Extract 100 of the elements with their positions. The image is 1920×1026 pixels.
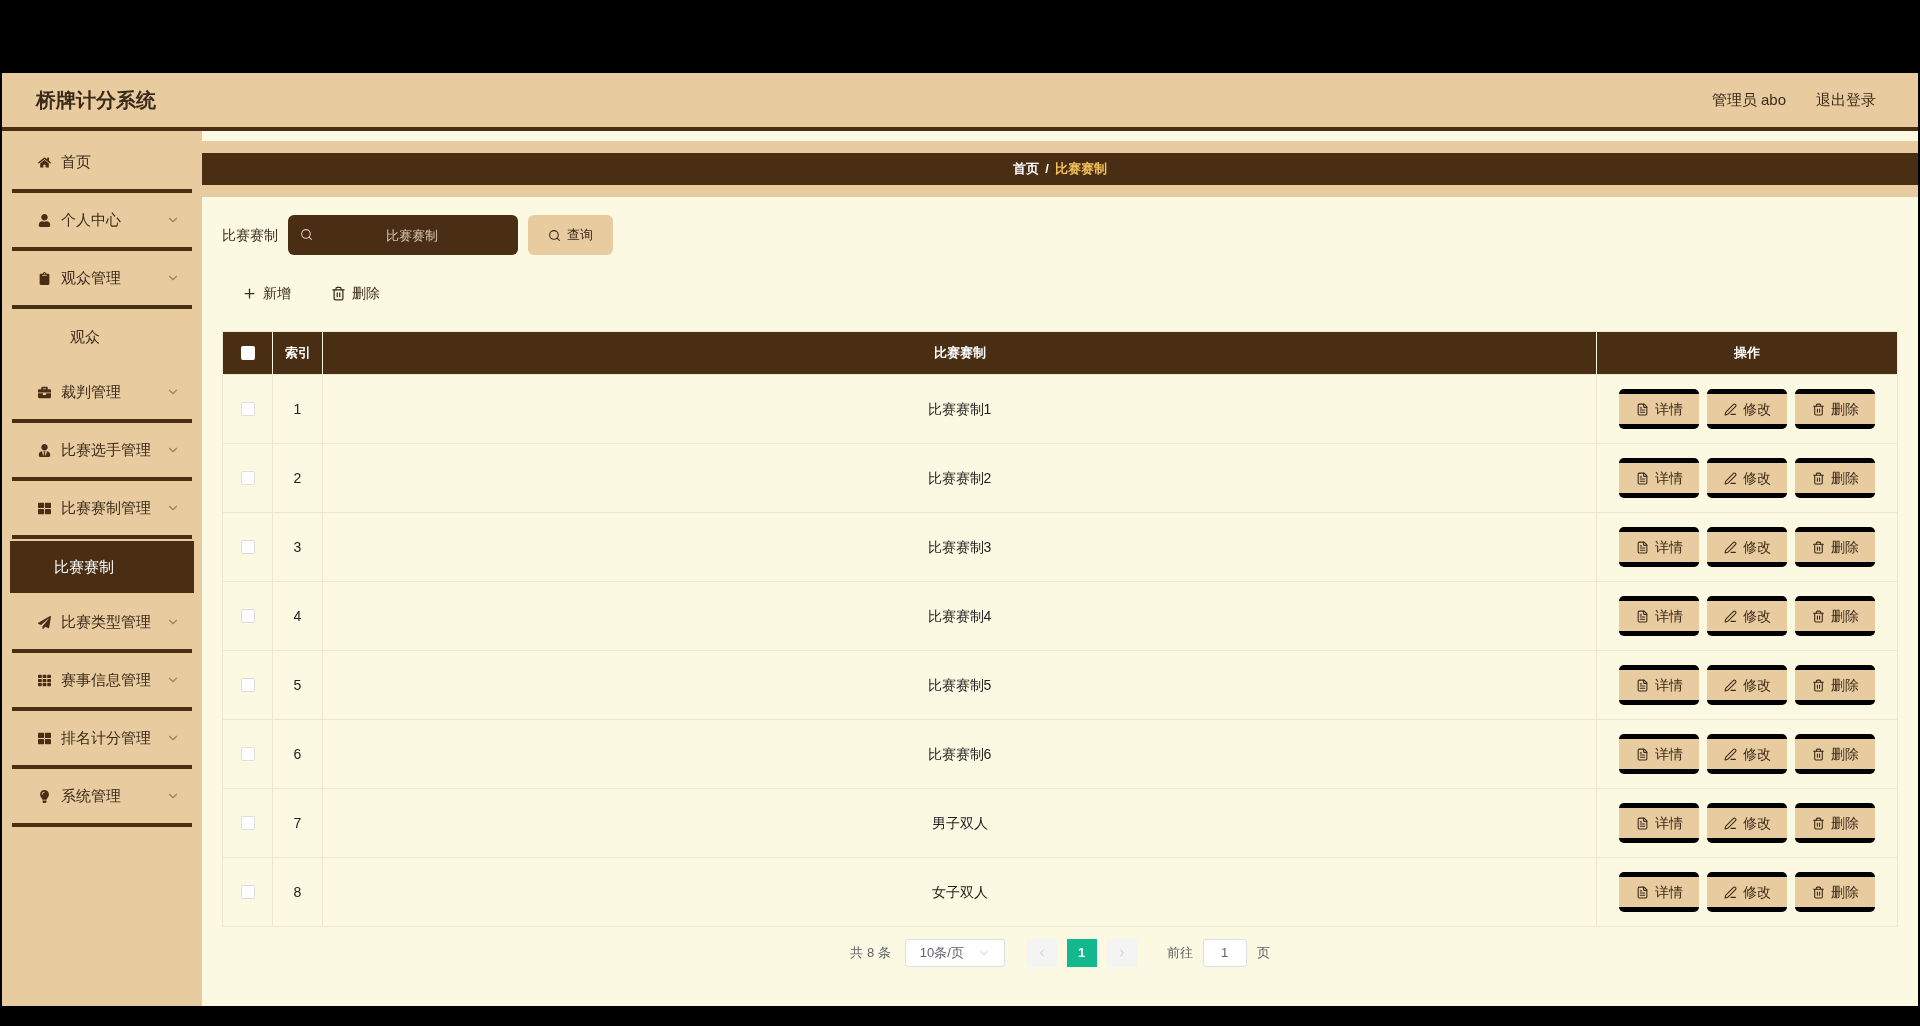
document-icon [1635,678,1649,692]
logout-link[interactable]: 退出登录 [1816,88,1876,112]
user-label: 管理员 abo [1711,89,1786,110]
search-field[interactable]: 比赛赛制 [288,215,518,255]
prev-page-button[interactable] [1026,939,1057,967]
plus-icon [242,285,257,301]
action-button[interactable]: 修改 [1707,734,1787,774]
action-button[interactable]: 详情 [1619,803,1699,843]
action-button[interactable]: 删除 [1795,389,1875,429]
action-button[interactable]: 详情 [1619,389,1699,429]
sidebar-item[interactable]: 个人中心 [12,193,192,247]
search-icon [300,228,313,241]
document-icon [1635,885,1649,899]
document-icon [1635,402,1649,416]
action-button[interactable]: 详情 [1619,734,1699,774]
row-checkbox[interactable] [240,678,255,692]
app-title: 桥牌计分系统 [36,88,156,113]
sidebar-item[interactable]: 首页 [12,135,192,189]
sidebar-item-label: 观众管理 [61,267,122,288]
sidebar-item[interactable]: 裁判管理 [12,365,192,419]
sidebar-item[interactable]: 观众管理 [12,251,192,305]
row-checkbox[interactable] [240,609,255,623]
action-button[interactable]: 删除 [1795,803,1875,843]
trash-icon [1811,747,1825,761]
action-button[interactable]: 删除 [1795,734,1875,774]
table-cell-text: 比赛赛制2 [927,468,992,488]
toolbar-button[interactable]: 新增 [242,275,291,311]
sidebar-item[interactable]: 赛事信息管理 [12,653,192,707]
row-checkbox[interactable] [240,540,255,554]
index-cell-text: 3 [293,537,302,557]
action-button[interactable]: 删除 [1795,872,1875,912]
breadcrumb-item[interactable]: 比赛赛制 [1054,159,1107,179]
toolbar-button[interactable]: 删除 [331,275,380,311]
action-button[interactable]: 修改 [1707,872,1787,912]
trash-icon [1811,885,1825,899]
action-button[interactable]: 修改 [1707,803,1787,843]
index-cell-text: 1 [293,399,302,419]
sidebar-item-label: 赛事信息管理 [61,669,152,690]
row-checkbox[interactable] [240,402,255,416]
action-button[interactable]: 详情 [1619,527,1699,567]
trash-icon [1811,609,1825,623]
index-cell-text: 8 [293,882,302,902]
row-checkbox[interactable] [240,471,255,485]
action-button[interactable]: 删除 [1795,527,1875,567]
sidebar-item[interactable]: 系统管理 [12,769,192,823]
user-icon [38,213,51,227]
grid-icon [38,731,51,745]
page-size-select[interactable]: 10条/页 [904,939,1005,967]
search-icon [548,228,561,242]
trash-icon [1811,678,1825,692]
action-button[interactable]: 详情 [1619,458,1699,498]
action-button[interactable]: 修改 [1707,665,1787,705]
table-cell-text: 比赛赛制5 [927,675,992,695]
action-button[interactable]: 修改 [1707,527,1787,567]
sidebar-subitem[interactable]: 观众 [10,311,194,363]
sidebar-item-label: 裁判管理 [61,381,122,402]
sidebar-item[interactable]: 比赛类型管理 [12,595,192,649]
table-cell-text: 比赛赛制3 [927,537,992,557]
action-button[interactable]: 修改 [1707,389,1787,429]
action-button[interactable]: 删除 [1795,596,1875,636]
action-button[interactable]: 详情 [1619,872,1699,912]
pencil-icon [1723,678,1737,692]
pencil-icon [1723,609,1737,623]
action-button[interactable]: 详情 [1619,665,1699,705]
action-button[interactable]: 修改 [1707,458,1787,498]
index-cell-text: 4 [293,606,302,626]
document-icon [1635,816,1649,830]
paper-plane-icon [38,615,51,629]
header-checkbox[interactable] [240,346,255,360]
sidebar-item[interactable]: 比赛赛制管理 [12,481,192,535]
index-cell-text: 7 [293,813,302,833]
breadcrumb-item[interactable]: / [1045,159,1049,179]
action-button[interactable]: 删除 [1795,665,1875,705]
sidebar-item[interactable]: 排名计分管理 [12,711,192,765]
sidebar-subitem[interactable]: 比赛赛制 [10,541,194,593]
query-button[interactable]: 查询 [528,215,613,255]
document-icon [1635,471,1649,485]
row-checkbox[interactable] [240,816,255,830]
sidebar-item-label: 比赛赛制管理 [61,497,152,518]
sidebar-item-label: 比赛类型管理 [61,611,152,632]
table-cell-text: 男子双人 [931,813,988,833]
row-checkbox[interactable] [240,747,255,761]
sidebar-item-label: 排名计分管理 [61,727,152,748]
page-input[interactable]: 1 [1202,939,1247,967]
pencil-icon [1723,540,1737,554]
total-count: 共 8 条 [850,944,891,963]
sidebar-item-label: 系统管理 [61,785,122,806]
breadcrumb-item[interactable]: 首页 [1013,159,1040,179]
document-icon [1635,747,1649,761]
pencil-icon [1723,747,1737,761]
table-cell-text: 比赛赛制4 [927,606,992,626]
goto-label: 前往 [1166,944,1193,963]
page-suffix: 页 [1256,944,1270,963]
action-button[interactable]: 删除 [1795,458,1875,498]
next-page-button[interactable] [1106,939,1137,967]
sidebar-item[interactable]: 比赛选手管理 [12,423,192,477]
grid-icon [38,673,51,687]
action-button[interactable]: 修改 [1707,596,1787,636]
action-button[interactable]: 详情 [1619,596,1699,636]
row-checkbox[interactable] [240,885,255,899]
